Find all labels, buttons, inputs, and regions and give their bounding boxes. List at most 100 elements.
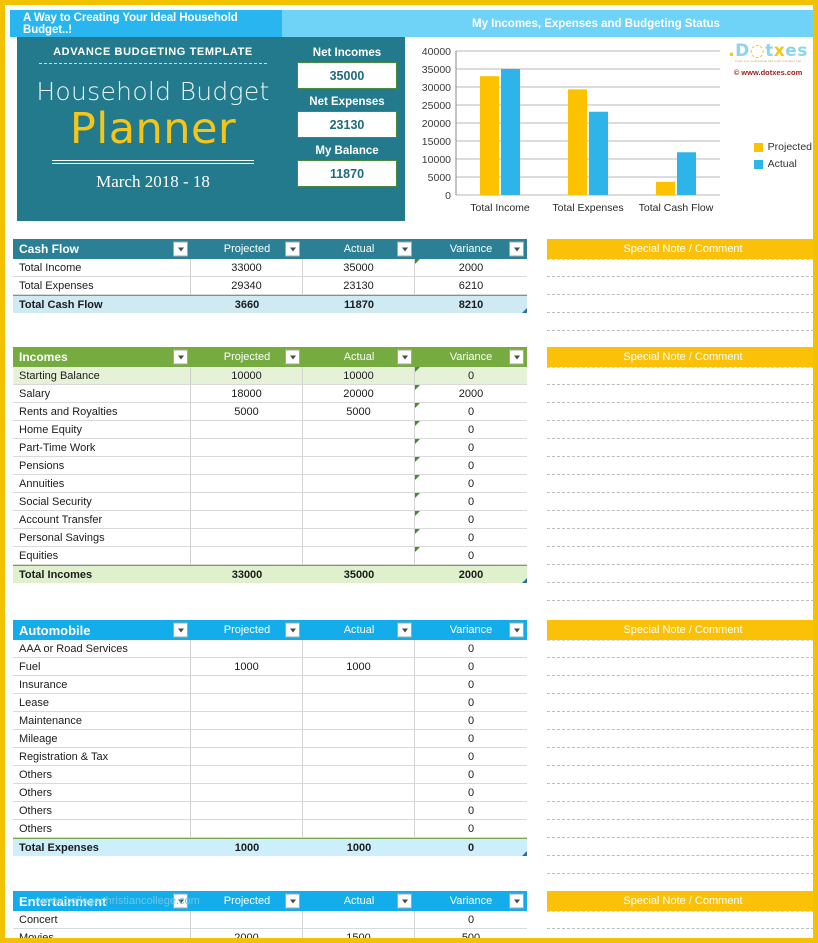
note-line[interactable] xyxy=(547,676,813,694)
note-line[interactable] xyxy=(547,421,813,439)
cell-variance[interactable]: 0 xyxy=(415,784,527,802)
note-line[interactable] xyxy=(547,547,813,565)
row-label[interactable]: Personal Savings xyxy=(13,529,191,547)
cell-projected[interactable]: 33000 xyxy=(191,259,303,277)
row-label[interactable]: Social Security xyxy=(13,493,191,511)
note-panel-body[interactable] xyxy=(547,911,813,938)
cell-variance[interactable]: 0 xyxy=(415,547,527,565)
table-row[interactable]: Registration & Tax 0 xyxy=(13,748,527,766)
cell-actual[interactable] xyxy=(303,911,415,929)
table-row[interactable]: Personal Savings 0 xyxy=(13,529,527,547)
table-row[interactable]: Others 0 xyxy=(13,784,527,802)
resize-handle[interactable] xyxy=(522,851,527,856)
cell-projected[interactable] xyxy=(191,511,303,529)
cell-actual[interactable] xyxy=(303,547,415,565)
filter-dropdown-0[interactable] xyxy=(173,349,188,365)
table-row[interactable]: Others 0 xyxy=(13,766,527,784)
cell-actual[interactable]: 1000 xyxy=(303,658,415,676)
row-label[interactable]: Salary xyxy=(13,385,191,403)
cell-actual[interactable] xyxy=(303,766,415,784)
cell-variance[interactable]: 0 xyxy=(415,421,527,439)
table-row[interactable]: Account Transfer 0 xyxy=(13,511,527,529)
table-row[interactable]: Total Income 33000 35000 2000 xyxy=(13,259,527,277)
filter-dropdown-3[interactable] xyxy=(509,349,524,365)
cell-variance[interactable]: 6210 xyxy=(415,277,527,295)
filter-dropdown-2[interactable] xyxy=(397,622,412,638)
table-row[interactable]: Lease 0 xyxy=(13,694,527,712)
filter-dropdown-1[interactable] xyxy=(285,349,300,365)
filter-dropdown-3[interactable] xyxy=(509,622,524,638)
note-line[interactable] xyxy=(547,640,813,658)
cell-variance[interactable]: 0 xyxy=(415,439,527,457)
cell-variance[interactable]: 0 xyxy=(415,730,527,748)
cell-variance[interactable]: 0 xyxy=(415,511,527,529)
cell-projected[interactable] xyxy=(191,748,303,766)
cell-variance[interactable]: 0 xyxy=(415,766,527,784)
cell-actual[interactable] xyxy=(303,730,415,748)
row-label[interactable]: Insurance xyxy=(13,676,191,694)
table-row[interactable]: Insurance 0 xyxy=(13,676,527,694)
cell-actual[interactable]: 1500 xyxy=(303,929,415,938)
table-row[interactable]: AAA or Road Services 0 xyxy=(13,640,527,658)
row-label[interactable]: Others xyxy=(13,784,191,802)
note-line[interactable] xyxy=(547,712,813,730)
cell-actual[interactable] xyxy=(303,712,415,730)
filter-dropdown-0[interactable] xyxy=(173,241,188,257)
cell-actual[interactable] xyxy=(303,640,415,658)
cell-variance[interactable]: 2000 xyxy=(415,259,527,277)
cell-variance[interactable]: 0 xyxy=(415,712,527,730)
table-row[interactable]: Mileage 0 xyxy=(13,730,527,748)
note-line[interactable] xyxy=(547,493,813,511)
note-line[interactable] xyxy=(547,658,813,676)
table-row[interactable]: Others 0 xyxy=(13,802,527,820)
cell-projected[interactable] xyxy=(191,421,303,439)
cell-actual[interactable] xyxy=(303,439,415,457)
row-label[interactable]: Movies xyxy=(13,929,191,938)
cell-projected[interactable]: 2000 xyxy=(191,929,303,938)
cell-actual[interactable] xyxy=(303,676,415,694)
table-row[interactable]: Total Expenses 29340 23130 6210 xyxy=(13,277,527,295)
cell-variance[interactable]: 0 xyxy=(415,475,527,493)
row-label[interactable]: Pensions xyxy=(13,457,191,475)
cell-projected[interactable]: 29340 xyxy=(191,277,303,295)
row-label[interactable]: Concert xyxy=(13,911,191,929)
note-line[interactable] xyxy=(547,802,813,820)
note-line[interactable] xyxy=(547,838,813,856)
table-row[interactable]: Equities 0 xyxy=(13,547,527,565)
cell-actual[interactable] xyxy=(303,784,415,802)
note-line[interactable] xyxy=(547,259,813,277)
note-line[interactable] xyxy=(547,295,813,313)
note-line[interactable] xyxy=(547,730,813,748)
note-line[interactable] xyxy=(547,929,813,938)
cell-projected[interactable] xyxy=(191,820,303,838)
kpi-value-0[interactable]: 35000 xyxy=(297,62,397,89)
row-label[interactable]: Total Income xyxy=(13,259,191,277)
filter-dropdown-2[interactable] xyxy=(397,241,412,257)
note-line[interactable] xyxy=(547,403,813,421)
row-label[interactable]: Total Expenses xyxy=(13,277,191,295)
cell-variance[interactable]: 0 xyxy=(415,658,527,676)
cell-actual[interactable]: 5000 xyxy=(303,403,415,421)
cell-projected[interactable] xyxy=(191,730,303,748)
cell-actual[interactable]: 23130 xyxy=(303,277,415,295)
cell-projected[interactable] xyxy=(191,911,303,929)
filter-dropdown-0[interactable] xyxy=(173,622,188,638)
row-label[interactable]: Others xyxy=(13,766,191,784)
row-label[interactable]: Account Transfer xyxy=(13,511,191,529)
cell-actual[interactable] xyxy=(303,511,415,529)
cell-projected[interactable] xyxy=(191,712,303,730)
cell-actual[interactable] xyxy=(303,748,415,766)
note-line[interactable] xyxy=(547,748,813,766)
table-row[interactable]: Rents and Royalties 5000 5000 0 xyxy=(13,403,527,421)
note-line[interactable] xyxy=(547,529,813,547)
note-line[interactable] xyxy=(547,457,813,475)
cell-projected[interactable]: 18000 xyxy=(191,385,303,403)
cell-projected[interactable] xyxy=(191,640,303,658)
cell-actual[interactable]: 20000 xyxy=(303,385,415,403)
table-row[interactable]: Pensions 0 xyxy=(13,457,527,475)
note-line[interactable] xyxy=(547,277,813,295)
note-line[interactable] xyxy=(547,565,813,583)
cell-actual[interactable]: 35000 xyxy=(303,259,415,277)
cell-variance[interactable]: 0 xyxy=(415,676,527,694)
row-label[interactable]: Others xyxy=(13,802,191,820)
